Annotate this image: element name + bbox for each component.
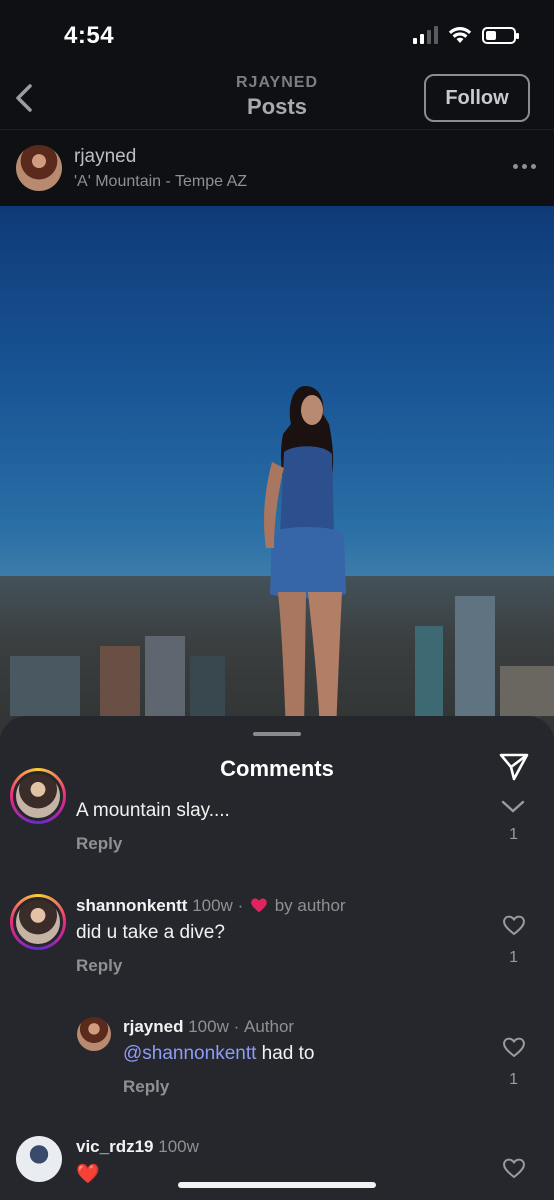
- comment-username[interactable]: rjayned: [123, 1017, 183, 1036]
- avatar[interactable]: [77, 1017, 111, 1051]
- nav-header: RJAYNED Posts Follow: [0, 62, 554, 130]
- comments-title: Comments: [220, 756, 334, 781]
- liked-by-author-label: by author: [274, 896, 346, 915]
- heart-outline-icon[interactable]: [502, 1157, 526, 1179]
- battery-icon: [482, 26, 519, 44]
- liked-by-author-heart-icon: [251, 898, 267, 913]
- send-icon[interactable]: [498, 752, 530, 782]
- photo-person: [264, 386, 346, 732]
- post-photo[interactable]: [0, 206, 554, 746]
- post-username[interactable]: rjayned: [74, 146, 136, 168]
- comment-time: 100w: [188, 1017, 229, 1036]
- comment-header: rjayned 100w · Author: [123, 1017, 294, 1037]
- status-bar: 4:54: [0, 0, 554, 70]
- post-header: rjayned 'A' Mountain - Tempe AZ: [0, 130, 554, 206]
- post-location[interactable]: 'A' Mountain - Tempe AZ: [74, 173, 247, 191]
- status-time: 4:54: [64, 22, 115, 49]
- avatar[interactable]: [16, 1136, 62, 1182]
- home-indicator[interactable]: [178, 1182, 376, 1188]
- comment-time: 100w: [158, 1137, 199, 1156]
- avatar[interactable]: [16, 145, 62, 191]
- comment-header: shannonkentt 100w · by author: [76, 896, 346, 916]
- reply-button[interactable]: Reply: [123, 1077, 169, 1097]
- author-label: Author: [244, 1017, 295, 1036]
- wifi-icon: [448, 27, 472, 43]
- heart-outline-icon[interactable]: [502, 1036, 526, 1058]
- comment-text: A mountain slay....: [76, 800, 230, 821]
- comment-text: @shannonkentt had to: [123, 1043, 315, 1065]
- heart-outline-icon[interactable]: [502, 914, 526, 936]
- status-icons: [413, 26, 519, 44]
- follow-button[interactable]: Follow: [424, 74, 530, 122]
- comment-text: ❤️: [76, 1164, 100, 1185]
- like-count: 1: [509, 1071, 518, 1088]
- comment-username[interactable]: shannonkentt: [76, 896, 187, 915]
- sheet-drag-handle[interactable]: [253, 732, 301, 736]
- comment-time: 100w: [192, 896, 233, 915]
- more-options-icon[interactable]: [513, 164, 536, 169]
- reply-button[interactable]: Reply: [76, 956, 122, 976]
- chevron-down-icon[interactable]: [500, 800, 526, 814]
- mention-link[interactable]: @shannonkentt: [123, 1043, 256, 1064]
- meta-separator: ·: [237, 896, 244, 915]
- avatar[interactable]: [10, 894, 66, 950]
- comment-username[interactable]: vic_rdz19: [76, 1137, 154, 1156]
- comment-text: did u take a dive?: [76, 922, 225, 943]
- like-count: 1: [509, 949, 518, 966]
- reply-button[interactable]: Reply: [76, 834, 122, 854]
- comments-sheet: Comments A mountain slay.... Reply 1 sha…: [0, 716, 554, 1200]
- cellular-signal-icon: [413, 26, 438, 44]
- comment-header: vic_rdz19 100w: [76, 1137, 199, 1157]
- comment-body: had to: [256, 1043, 315, 1064]
- avatar[interactable]: [10, 768, 66, 824]
- meta-separator: ·: [233, 1017, 240, 1036]
- like-count: 1: [509, 826, 518, 843]
